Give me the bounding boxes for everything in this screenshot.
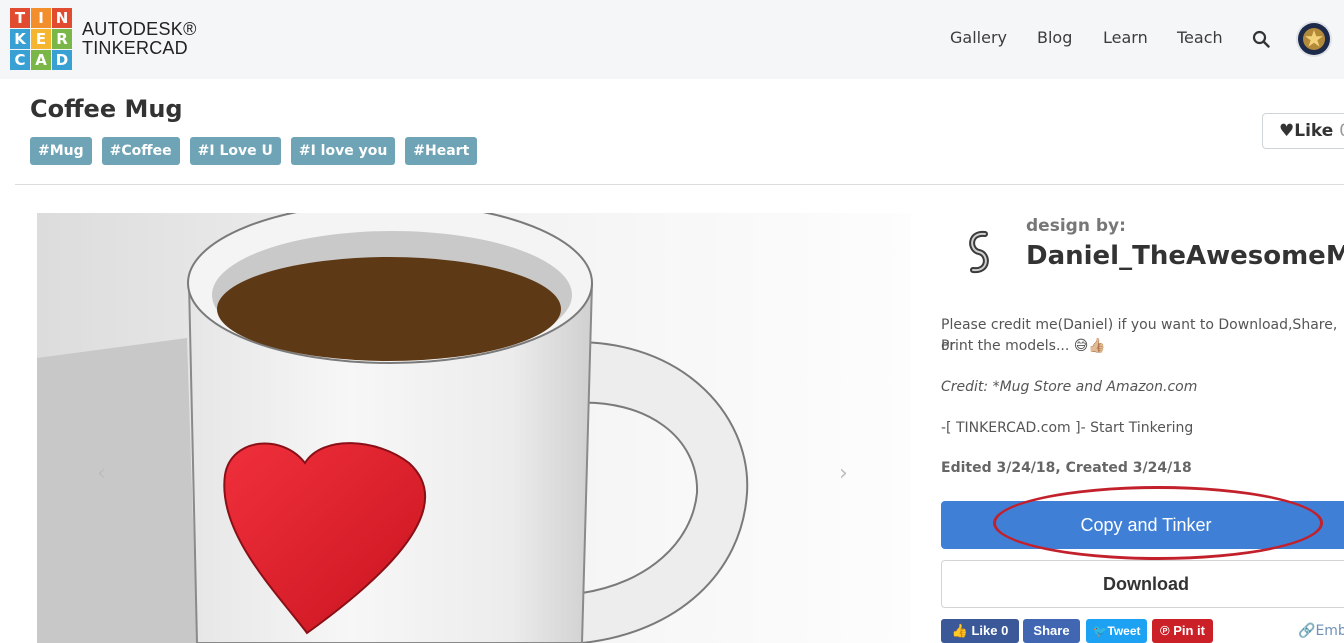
tag-coffee[interactable]: #Coffee [101,137,180,165]
logo-letter-r: R [52,29,72,49]
embed-link[interactable]: 🔗Embed [1298,623,1344,639]
tag-i-love-u[interactable]: #I Love U [189,137,281,165]
logo-letter-e: E [31,29,51,49]
thumbs-up-icon: 👍 [951,623,968,638]
logo-letter-a: A [31,50,51,70]
facebook-share-button[interactable]: Share [1023,619,1080,643]
like-label: Like [1294,121,1334,141]
logo-letter-t: T [10,8,30,28]
carousel-prev-arrow[interactable]: ‹ [97,461,106,486]
mug-shadow [37,338,197,643]
brand-tinkercad: TINKERCAD [82,38,188,58]
design-title: Coffee Mug [30,95,183,123]
logo-letter-n: N [52,8,72,28]
avatar-emblem-icon [1298,23,1330,55]
description-line-2: Print the models... 😅👍🏼 [941,338,1106,354]
top-navigation-bar: TIN KER CAD AUTODESK® TINKERCAD Gallery Bl… [0,0,1344,79]
design-by-label: design by: [1026,216,1126,236]
nav-teach[interactable]: Teach [1177,28,1223,47]
divider [15,184,1344,185]
link-icon: 🔗 [1298,623,1316,639]
nav-gallery[interactable]: Gallery [950,28,1007,47]
brand-name[interactable]: AUTODESK® TINKERCAD [82,20,197,58]
brand-autodesk: AUTODESK® [82,19,197,39]
download-button[interactable]: Download [941,560,1344,608]
tinkercad-logo[interactable]: TIN KER CAD [10,8,72,70]
like-count: 0 [1339,121,1344,141]
logo-letter-k: K [10,29,30,49]
author-name-link[interactable]: Daniel_TheAwesomeMan [1026,241,1344,271]
facebook-like-label: Like 0 [971,623,1009,638]
coffee-surface [217,257,561,361]
like-button[interactable]: ♥Like 0 [1262,113,1344,149]
pin-it-button[interactable]: ℗ Pin it [1152,619,1213,643]
user-avatar[interactable] [1296,21,1332,57]
tweet-button[interactable]: 🐦Tweet [1086,619,1147,643]
coffee-mug-render [37,213,749,643]
description-tagline: -[ TINKERCAD.com ]- Start Tinkering [941,420,1194,436]
search-icon[interactable] [1252,30,1270,48]
pin-it-label: Pin it [1173,623,1205,638]
embed-label: Embed [1315,623,1344,639]
nav-blog[interactable]: Blog [1037,28,1072,47]
author-avatar[interactable] [951,222,1007,282]
nav-learn[interactable]: Learn [1103,28,1148,47]
tag-heart[interactable]: #Heart [405,137,478,165]
tag-mug[interactable]: #Mug [30,137,92,165]
twitter-bird-icon: 🐦 [1092,624,1108,638]
facebook-like-button[interactable]: 👍 Like 0 [941,619,1019,643]
tag-i-love-you[interactable]: #I love you [290,137,396,165]
logo-letter-d: D [52,50,72,70]
tag-list: #Mug #Coffee #I Love U #I love you #Hear… [30,137,478,165]
logo-letter-i: I [31,8,51,28]
tweet-label: Tweet [1107,624,1141,638]
pinterest-icon: ℗ [1160,623,1170,638]
model-viewer[interactable]: ‹ › [37,213,911,643]
annotation-circle [993,486,1323,560]
heart-icon: ♥ [1279,121,1295,141]
description-credit: Credit: *Mug Store and Amazon.com [941,379,1198,395]
edited-created-dates: Edited 3/24/18, Created 3/24/18 [941,460,1192,476]
logo-letter-c: C [10,50,30,70]
carousel-next-arrow[interactable]: › [839,461,848,486]
